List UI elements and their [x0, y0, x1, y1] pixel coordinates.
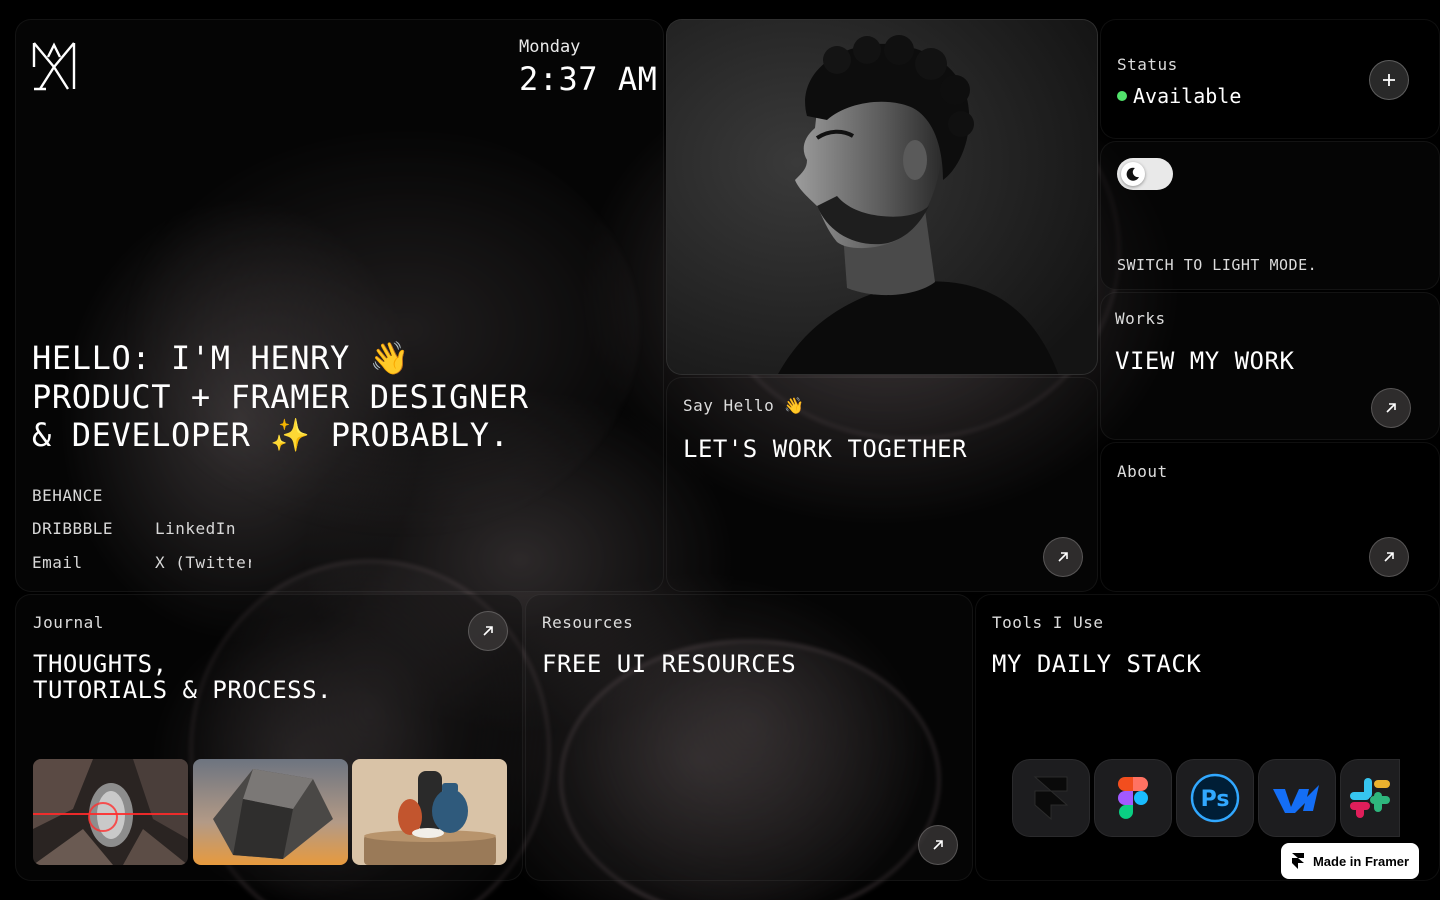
works-label: Works	[1115, 309, 1166, 328]
resources-card[interactable]: Resources FREE UI RESOURCES	[525, 594, 973, 881]
resources-label: Resources	[542, 613, 634, 632]
contact-title: LET'S WORK TOGETHER	[683, 435, 968, 463]
arrow-up-right-icon	[1384, 552, 1394, 562]
status-value-row: Available	[1117, 84, 1241, 108]
figma-icon[interactable]	[1094, 759, 1172, 837]
badge-label: Made in Framer	[1312, 853, 1410, 869]
made-in-framer-badge[interactable]: Made in Framer	[1281, 843, 1419, 879]
contact-arrow-button[interactable]	[1043, 537, 1083, 577]
tools-label: Tools I Use	[992, 613, 1104, 632]
link-email[interactable]: Email	[32, 553, 83, 572]
resources-arrow-button[interactable]	[918, 825, 958, 865]
tools-title: MY DAILY STACK	[992, 650, 1202, 678]
resources-title: FREE UI RESOURCES	[542, 650, 797, 678]
status-card: Status Available	[1100, 19, 1440, 139]
arrow-up-right-icon	[483, 626, 493, 636]
clock-time: 2:37 AM	[519, 60, 658, 98]
intro-headline: HELLO: I'M HENRY 👋 PRODUCT + FRAMER DESI…	[32, 339, 632, 455]
arrow-up-right-icon	[1058, 552, 1068, 562]
link-dribbble[interactable]: DRIBBBLE	[32, 519, 113, 538]
about-label: About	[1117, 462, 1168, 481]
journal-thumbnail[interactable]	[33, 759, 188, 865]
link-behance[interactable]: BEHANCE	[32, 486, 103, 505]
contact-label: Say Hello 👋	[683, 396, 805, 415]
hero-card: Monday 2:37 AM HELLO: I'M HENRY 👋 PRODUC…	[15, 19, 664, 592]
link-twitter[interactable]: X (Twitter	[155, 553, 251, 572]
webflow-icon[interactable]	[1258, 759, 1336, 837]
theme-card: SWITCH TO LIGHT MODE.	[1100, 141, 1440, 290]
works-title: VIEW MY WORK	[1115, 347, 1295, 375]
slack-icon[interactable]	[1340, 759, 1400, 837]
status-label: Status	[1117, 55, 1178, 74]
journal-arrow-button[interactable]	[468, 611, 508, 651]
journal-thumbnail[interactable]	[193, 759, 348, 865]
status-dot	[1117, 91, 1127, 101]
status-value: Available	[1133, 84, 1242, 108]
arrow-up-right-icon	[1386, 403, 1396, 413]
framer-icon[interactable]	[1012, 759, 1090, 837]
about-card[interactable]: About	[1100, 442, 1440, 592]
works-card[interactable]: Works VIEW MY WORK	[1100, 292, 1440, 440]
theme-toggle-knob	[1121, 162, 1145, 186]
portrait-photo	[666, 19, 1098, 375]
expand-status-button[interactable]	[1369, 60, 1409, 100]
link-linkedin[interactable]: LinkedIn	[155, 519, 236, 538]
photoshop-icon[interactable]: Ps	[1176, 759, 1254, 837]
intro-headline-text: HELLO: I'M HENRY 👋 PRODUCT + FRAMER DESI…	[32, 339, 529, 454]
svg-text:Ps: Ps	[1201, 787, 1230, 812]
arrow-up-right-icon	[933, 840, 943, 850]
journal-thumbnail[interactable]	[352, 759, 507, 865]
plus-icon	[1383, 74, 1395, 86]
contact-card[interactable]: Say Hello 👋 LET'S WORK TOGETHER	[666, 377, 1098, 592]
theme-label: SWITCH TO LIGHT MODE.	[1117, 256, 1318, 274]
logo[interactable]	[32, 41, 76, 91]
works-arrow-button[interactable]	[1371, 388, 1411, 428]
journal-card[interactable]: Journal THOUGHTS, TUTORIALS & PROCESS.	[15, 594, 523, 881]
moon-icon	[1126, 167, 1139, 181]
framer-logo-icon	[1291, 853, 1304, 869]
about-arrow-button[interactable]	[1369, 537, 1409, 577]
journal-title: THOUGHTS, TUTORIALS & PROCESS.	[33, 650, 332, 704]
theme-toggle[interactable]	[1117, 158, 1173, 190]
weekday-label: Monday	[519, 37, 581, 57]
journal-label: Journal	[33, 613, 104, 632]
tools-card: Tools I Use MY DAILY STACK Ps	[975, 594, 1440, 881]
